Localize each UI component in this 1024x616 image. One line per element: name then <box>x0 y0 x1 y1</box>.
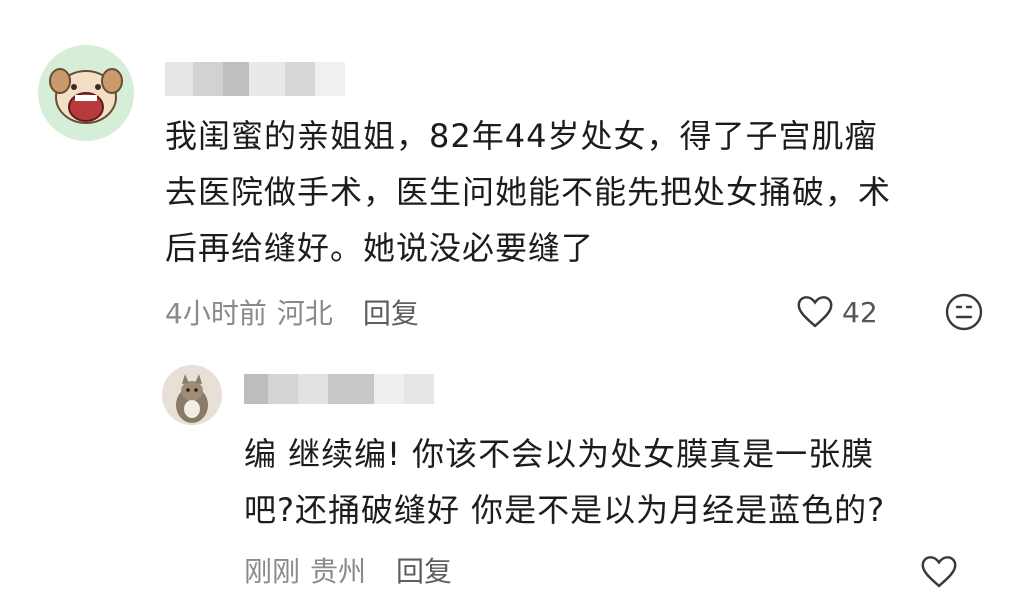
smiley-face-icon[interactable] <box>944 292 984 332</box>
heart-icon <box>921 556 957 588</box>
comment-reply-button[interactable]: 回复 <box>363 292 419 332</box>
comment-text: 我闺蜜的亲姐姐，82年44岁处女，得了子宫肌瘤 去医院做手术，医生问她能不能先把… <box>165 117 892 267</box>
comment-meta: 4小时前 河北 回复 <box>165 292 419 332</box>
reply-text: 编 继续编! 你该不会以为处女膜真是一张膜 吧?还捅破缝好 你是不是以为月经是蓝… <box>244 435 886 529</box>
reply-location: 贵州 <box>310 555 367 588</box>
commenter-avatar[interactable] <box>38 45 134 141</box>
reply-meta: 刚刚 贵州 回复 <box>244 550 452 590</box>
reply-like-button[interactable] <box>920 552 958 592</box>
comment-time: 4小时前 <box>165 297 267 330</box>
cat-photo-icon <box>162 365 222 425</box>
heart-icon <box>797 296 833 328</box>
replier-avatar[interactable] <box>162 365 222 425</box>
comment-location: 河北 <box>276 297 333 330</box>
comment-like-button[interactable]: 42 <box>796 292 878 332</box>
reply-time: 刚刚 <box>244 555 301 588</box>
commenter-name-blurred[interactable] <box>165 62 345 96</box>
replier-name-blurred[interactable] <box>244 374 434 404</box>
comment-like-count: 42 <box>842 295 878 329</box>
reply-reply-button[interactable]: 回复 <box>396 550 452 590</box>
cartoon-dog-icon <box>38 45 134 141</box>
